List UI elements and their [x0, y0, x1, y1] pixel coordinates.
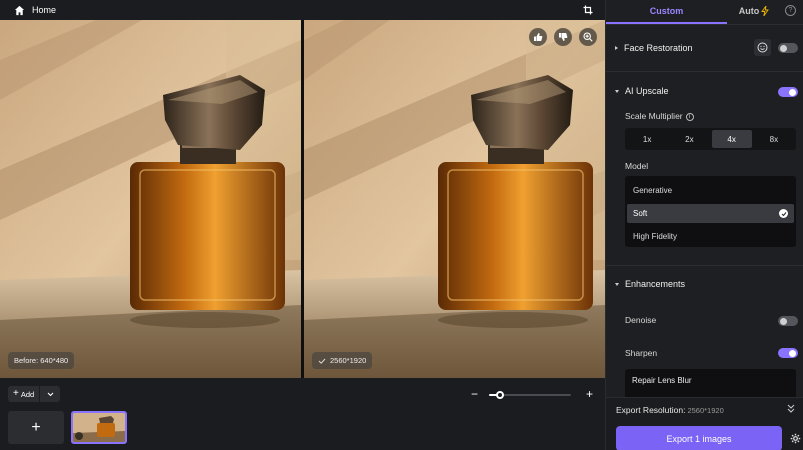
export-resolution: Export Resolution: 2560*1920	[616, 405, 724, 415]
lightning-icon	[761, 6, 770, 16]
scale-option-2x[interactable]: 2x	[669, 130, 709, 148]
before-resolution-badge: Before: 640*480	[8, 352, 75, 369]
zoom-slider-handle[interactable]	[496, 391, 505, 399]
image-actions	[529, 28, 597, 46]
divider	[606, 71, 803, 72]
after-image-pane[interactable]: 2560*1920	[304, 20, 605, 378]
before-badge-text: Before: 640*480	[14, 356, 69, 365]
scale-option-1x[interactable]: 1x	[627, 130, 667, 148]
thumbs-up-button[interactable]	[529, 28, 547, 46]
add-split-button: + Add	[8, 386, 60, 402]
export-button[interactable]: Export 1 images	[616, 426, 782, 450]
repair-lens-blur-option[interactable]: Repair Lens Blur	[625, 369, 796, 397]
export-resolution-label: Export Resolution:	[616, 405, 686, 415]
smiley-face-icon	[757, 42, 768, 53]
tab-custom[interactable]: Custom	[606, 0, 727, 24]
check-circle-icon	[779, 209, 788, 218]
denoise-label: Denoise	[625, 315, 657, 325]
after-image	[304, 20, 605, 378]
tab-auto[interactable]: Auto	[727, 0, 781, 24]
model-label: Model	[625, 161, 649, 171]
scale-option-8x[interactable]: 8x	[754, 130, 794, 148]
home-link[interactable]: Home	[0, 5, 56, 16]
add-dropdown-button[interactable]	[40, 386, 60, 402]
crop-icon	[583, 5, 593, 15]
zoom-control: − +	[471, 387, 593, 401]
ai-upscale-label: AI Upscale	[625, 86, 669, 96]
image-thumbnail[interactable]	[71, 411, 127, 444]
add-image-slot[interactable]: +	[8, 411, 64, 444]
face-settings-button[interactable]	[754, 39, 771, 56]
face-restoration-toggle[interactable]	[778, 43, 798, 53]
divider	[606, 265, 803, 266]
thumbs-down-button[interactable]	[554, 28, 572, 46]
repair-lens-blur-label: Repair Lens Blur	[632, 376, 692, 385]
model-option-label: Soft	[633, 209, 648, 218]
add-button[interactable]: + Add	[8, 386, 41, 402]
home-label: Home	[32, 5, 57, 15]
scale-multiplier-label: Scale Multiplier i	[625, 111, 694, 121]
denoise-toggle[interactable]	[778, 316, 798, 326]
ai-upscale-toggle[interactable]	[778, 87, 798, 97]
add-label: Add	[20, 389, 35, 399]
thumbs-up-icon	[534, 33, 543, 41]
enhancements-header[interactable]: Enhancements	[615, 279, 685, 289]
before-image	[0, 20, 301, 378]
gear-icon[interactable]	[790, 433, 801, 444]
model-option-label: Generative	[633, 186, 673, 195]
enhancements-label: Enhancements	[625, 279, 686, 289]
bottom-toolbar: + Add − + +	[0, 378, 605, 450]
magnifier-plus-icon	[583, 32, 593, 42]
caret-down-icon	[615, 89, 619, 93]
crop-button[interactable]	[581, 3, 595, 17]
model-option-label: High Fidelity	[633, 232, 678, 241]
zoom-out-button[interactable]: −	[471, 387, 478, 401]
export-footer: Export Resolution: 2560*1920 Export 1 ima…	[606, 397, 803, 450]
model-list: Generative Soft High Fidelity	[625, 176, 796, 247]
face-restoration-label: Face Restoration	[624, 43, 693, 53]
info-icon[interactable]: i	[685, 113, 694, 121]
zoom-in-control[interactable]: +	[586, 387, 593, 401]
model-option-generative[interactable]: Generative	[627, 181, 794, 200]
tab-auto-label: Auto	[738, 6, 760, 16]
scale-option-4x[interactable]: 4x	[711, 130, 752, 148]
plus-icon: +	[31, 418, 41, 436]
caret-down-icon	[615, 282, 619, 286]
before-image-pane[interactable]: Before: 640*480	[0, 20, 301, 378]
sharpen-toggle[interactable]	[778, 348, 798, 358]
settings-panel: Custom Auto ? Face Restoration AI Upscal…	[605, 0, 803, 450]
double-chevron-down-icon[interactable]	[787, 404, 795, 413]
plus-icon: +	[13, 388, 19, 399]
caret-right-icon	[615, 46, 618, 50]
top-bar: Home	[0, 0, 605, 20]
check-icon	[318, 358, 326, 364]
thumbs-down-icon	[559, 33, 568, 41]
after-resolution-badge: 2560*1920	[312, 352, 373, 369]
clock-icon	[75, 432, 83, 440]
tab-custom-label: Custom	[649, 6, 684, 16]
zoom-slider[interactable]	[489, 391, 571, 399]
ai-upscale-header[interactable]: AI Upscale	[615, 86, 669, 96]
scale-multiplier-text: Scale Multiplier	[625, 111, 683, 121]
chevron-down-icon	[47, 392, 53, 396]
help-icon[interactable]: ?	[785, 5, 796, 16]
export-resolution-value: 2560*1920	[687, 406, 724, 415]
divider	[606, 24, 803, 25]
mode-tabs: Custom Auto	[606, 0, 803, 24]
after-badge-text: 2560*1920	[330, 356, 367, 365]
model-option-soft[interactable]: Soft	[627, 204, 794, 223]
sharpen-label: Sharpen	[625, 348, 658, 358]
scale-multiplier-selector: 1x 2x 4x 8x	[625, 128, 796, 150]
home-icon	[14, 5, 25, 15]
model-option-high-fidelity[interactable]: High Fidelity	[627, 227, 794, 246]
face-restoration-header[interactable]: Face Restoration	[615, 43, 693, 53]
zoom-in-button[interactable]	[579, 28, 597, 46]
